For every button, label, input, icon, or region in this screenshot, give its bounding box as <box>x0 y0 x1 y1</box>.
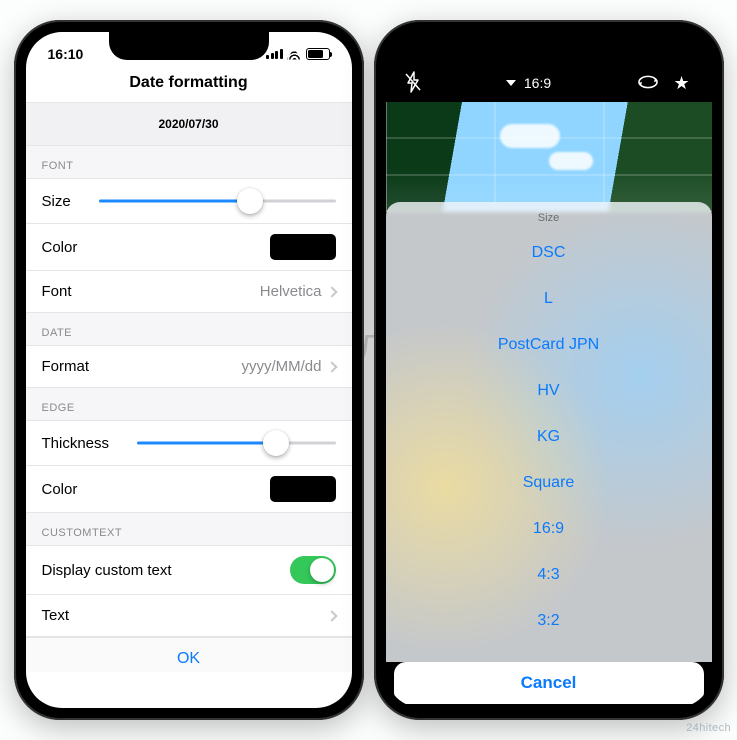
row-custom-text[interactable]: Text <box>26 595 352 637</box>
chevron-right-icon <box>326 361 337 372</box>
section-header-custom: CUSTOMTEXT <box>26 513 352 546</box>
size-option-4-3[interactable]: 4:3 <box>386 552 712 598</box>
star-icon[interactable]: ★ <box>674 73 694 93</box>
flash-off-icon[interactable] <box>404 71 422 96</box>
size-option-16-9[interactable]: 16:9 <box>386 506 712 552</box>
source-watermark: 24hitech <box>686 722 731 734</box>
size-option-l[interactable]: L <box>386 276 712 322</box>
row-edge-color[interactable]: Color <box>26 466 352 513</box>
ok-button[interactable]: OK <box>26 637 352 672</box>
size-option-kg[interactable]: KG <box>386 414 712 460</box>
size-option-3-2[interactable]: 3:2 <box>386 598 712 644</box>
cancel-button[interactable]: Cancel <box>394 662 704 704</box>
swatch-edge-color[interactable] <box>270 476 336 502</box>
slider-edge-thickness[interactable] <box>137 431 335 455</box>
value-font: Helvetica <box>260 283 322 300</box>
notch <box>109 32 269 60</box>
section-header-font: FONT <box>26 146 352 179</box>
label-display-custom: Display custom text <box>42 562 172 579</box>
date-preview: 2020/07/30 <box>26 102 352 146</box>
phone-left: 16:10 Date formatting 2020/07/30 FONT Si… <box>14 20 364 720</box>
value-format: yyyy/MM/dd <box>241 358 321 375</box>
size-option-square[interactable]: Square <box>386 460 712 506</box>
swatch-font-color[interactable] <box>270 234 336 260</box>
row-font-family[interactable]: Font Helvetica <box>26 271 352 313</box>
page-title: Date formatting <box>26 68 352 102</box>
row-display-custom-text: Display custom text <box>26 546 352 595</box>
chevron-right-icon <box>326 286 337 297</box>
label-custom-text: Text <box>42 607 70 624</box>
row-font-size: Size <box>26 179 352 224</box>
row-date-format[interactable]: Format yyyy/MM/dd <box>26 346 352 388</box>
size-action-sheet: Size DSCLPostCard JPNHVKGSquare16:94:33:… <box>386 202 712 662</box>
status-time: 16:10 <box>48 46 84 62</box>
size-option-hv[interactable]: HV <box>386 368 712 414</box>
rotate-sync-icon[interactable] <box>636 74 660 93</box>
camera-toolbar: 16:9 ★ <box>386 64 712 102</box>
battery-icon <box>306 48 330 60</box>
label-format: Format <box>42 358 90 375</box>
label-font-color: Color <box>42 239 78 256</box>
size-option-dsc[interactable]: DSC <box>386 230 712 276</box>
section-header-date: DATE <box>26 313 352 346</box>
size-option-postcard-jpn[interactable]: PostCard JPN <box>386 322 712 368</box>
notch <box>469 32 629 60</box>
toggle-display-custom[interactable] <box>290 556 336 584</box>
photo-crop-preview[interactable] <box>386 102 712 212</box>
sheet-title: Size <box>386 202 712 230</box>
caret-down-icon[interactable] <box>506 80 516 86</box>
section-header-edge: EDGE <box>26 388 352 421</box>
label-edge-color: Color <box>42 481 78 498</box>
label-size: Size <box>42 193 71 210</box>
aspect-label[interactable]: 16:9 <box>524 75 551 91</box>
label-thickness: Thickness <box>42 435 110 452</box>
slider-font-size[interactable] <box>99 189 336 213</box>
row-edge-thickness: Thickness <box>26 421 352 466</box>
row-font-color[interactable]: Color <box>26 224 352 271</box>
chevron-right-icon <box>326 610 337 621</box>
wifi-icon <box>287 49 302 60</box>
label-font: Font <box>42 283 72 300</box>
signal-icon <box>266 49 283 59</box>
phone-right: 16:9 ★ Size DSCLPostCard JPNHVK <box>374 20 724 720</box>
